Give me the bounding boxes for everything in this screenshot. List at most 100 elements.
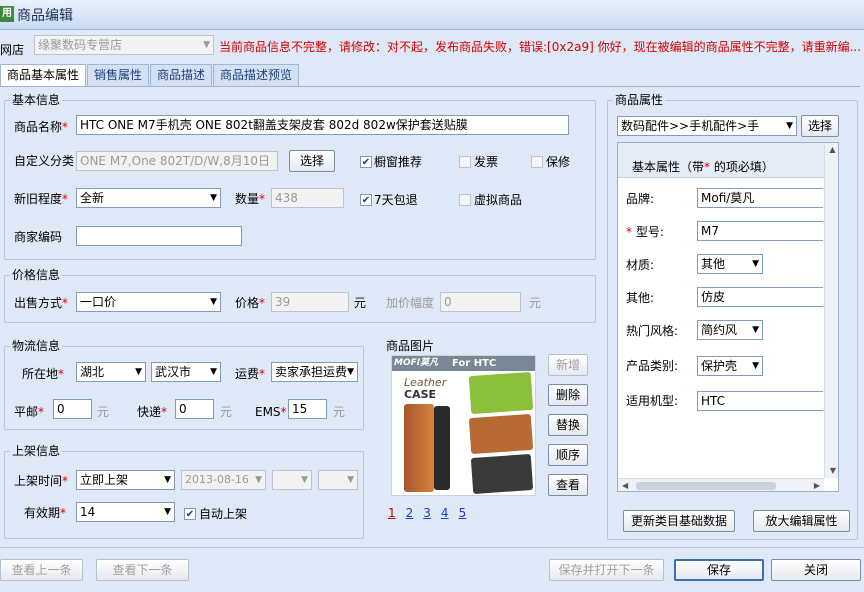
- validity-select[interactable]: 14 ▼: [76, 502, 175, 522]
- save-open-next-button[interactable]: 保存并打开下一条: [549, 559, 664, 581]
- sell-method-select[interactable]: 一口价 ▼: [76, 292, 221, 312]
- freight-value: 卖家承担运费: [275, 365, 348, 379]
- express-input[interactable]: 0: [175, 399, 214, 419]
- chevron-down-icon: ▼: [210, 193, 217, 203]
- product-type-select[interactable]: 保护壳 ▼: [697, 356, 763, 376]
- image-brand: MOFI莫凡: [394, 358, 439, 368]
- compatible-model-input[interactable]: HTC: [697, 391, 823, 411]
- province-select[interactable]: 湖北 ▼: [76, 362, 146, 382]
- property-vscrollbar[interactable]: ▲ ▼: [824, 143, 838, 478]
- prev-record-button[interactable]: 查看上一条: [0, 559, 83, 581]
- tab-sales[interactable]: 销售属性: [87, 64, 150, 86]
- close-button[interactable]: 关闭: [771, 559, 861, 581]
- shop-select-value: 缘聚数码专营店: [38, 38, 123, 52]
- return7-checkbox[interactable]: ✔: [360, 194, 372, 206]
- warranty-checkbox[interactable]: [531, 156, 543, 168]
- chevron-down-icon: ▼: [347, 475, 354, 485]
- price-input[interactable]: 39: [271, 292, 349, 312]
- ems-unit: 元: [333, 405, 346, 419]
- list-hour-select[interactable]: ▼: [272, 470, 312, 490]
- product-type-value: 保护壳: [701, 359, 738, 373]
- tab-description-preview[interactable]: 商品描述预览: [213, 64, 300, 86]
- return7-label: 7天包退: [374, 193, 418, 207]
- custom-category-input[interactable]: ONE M7,One 802T/D/W,8月10日: [76, 151, 278, 171]
- list-date-select[interactable]: 2013-08-16 ▼: [181, 470, 266, 490]
- scroll-down-icon[interactable]: ▼: [825, 464, 838, 478]
- invoice-label: 发票: [474, 155, 499, 169]
- replace-image-button[interactable]: 替换: [548, 414, 588, 436]
- post-unit: 元: [97, 405, 110, 419]
- recommend-checkbox[interactable]: ✔: [360, 156, 372, 168]
- increment-input[interactable]: 0: [440, 292, 521, 312]
- chevron-down-icon: ▼: [786, 121, 793, 131]
- property-category-value: 数码配件>>手机配件>手: [621, 119, 760, 133]
- scroll-left-icon[interactable]: ◀: [622, 479, 628, 491]
- sell-method-value: 一口价: [80, 295, 117, 309]
- list-time-select[interactable]: 立即上架 ▼: [76, 470, 175, 490]
- model-input[interactable]: M7: [697, 221, 823, 241]
- city-value: 武汉市: [155, 365, 192, 379]
- image-page-link[interactable]: 4: [441, 506, 449, 520]
- other-label: 其他:: [626, 291, 655, 305]
- style-value: 简约风: [701, 323, 738, 337]
- auto-list-checkbox[interactable]: ✔: [184, 508, 196, 520]
- next-record-button[interactable]: 查看下一条: [96, 559, 189, 581]
- location-label: 所在地*: [22, 367, 65, 381]
- image-page-link[interactable]: 2: [406, 506, 414, 520]
- model-label: * 型号:: [626, 225, 664, 239]
- shop-select[interactable]: 缘聚数码专营店 ▼: [34, 35, 214, 55]
- quantity-input[interactable]: 438: [271, 188, 344, 208]
- condition-select[interactable]: 全新 ▼: [76, 188, 221, 208]
- image-page-link[interactable]: 3: [423, 506, 431, 520]
- price-label: 价格*: [235, 296, 266, 310]
- scroll-thumb[interactable]: [636, 482, 776, 490]
- save-button[interactable]: 保存: [674, 559, 764, 581]
- style-select[interactable]: 简约风 ▼: [697, 320, 763, 340]
- property-select-button[interactable]: 选择: [801, 115, 839, 137]
- view-image-button[interactable]: 查看: [548, 474, 588, 496]
- style-label: 热门风格:: [626, 324, 679, 338]
- brand-input[interactable]: Mofi/莫凡: [697, 188, 823, 208]
- enlarge-properties-button[interactable]: 放大编辑属性: [753, 510, 850, 532]
- product-image[interactable]: MOFI莫凡 For HTC one(M7) Leather CASE: [391, 355, 536, 496]
- city-select[interactable]: 武汉市 ▼: [151, 362, 221, 382]
- add-image-button[interactable]: 新增: [548, 354, 588, 376]
- increment-label: 加价幅度: [386, 296, 435, 310]
- image-page-link[interactable]: 5: [459, 506, 467, 520]
- virtual-checkbox[interactable]: [459, 194, 471, 206]
- invoice-checkbox[interactable]: [459, 156, 471, 168]
- list-minute-select[interactable]: ▼: [318, 470, 358, 490]
- compatible-model-label: 适用机型:: [626, 394, 679, 408]
- property-category-select[interactable]: 数码配件>>手机配件>手 ▼: [617, 116, 797, 136]
- properties-title: 商品属性: [613, 93, 666, 107]
- scroll-up-icon[interactable]: ▲: [825, 143, 838, 157]
- condition-label: 新旧程度*: [14, 192, 69, 206]
- image-page-link[interactable]: 1: [388, 506, 396, 520]
- ems-input[interactable]: 15: [288, 399, 327, 419]
- freight-select[interactable]: 卖家承担运费 ▼: [271, 362, 358, 382]
- basic-info-title: 基本信息: [10, 93, 63, 107]
- chevron-down-icon: ▼: [255, 475, 262, 485]
- update-category-button[interactable]: 更新类目基础数据: [623, 510, 735, 532]
- brown-case-shape: [468, 413, 534, 455]
- order-image-button[interactable]: 顺序: [548, 444, 588, 466]
- increment-unit: 元: [529, 296, 542, 310]
- tab-description[interactable]: 商品描述: [150, 64, 213, 86]
- product-name-input[interactable]: HTC ONE M7手机壳 ONE 802t翻盖支架皮套 802d 802w保护…: [76, 115, 569, 135]
- property-hscrollbar[interactable]: ◀ ▶: [618, 478, 824, 491]
- chevron-down-icon: ▼: [210, 297, 217, 307]
- merchant-code-input[interactable]: [76, 226, 242, 246]
- brand-label: 品牌:: [626, 192, 655, 206]
- app-icon: 用: [0, 6, 14, 22]
- material-value: 其他: [701, 257, 726, 271]
- delete-image-button[interactable]: 删除: [548, 384, 588, 406]
- tab-basic[interactable]: 商品基本属性: [0, 64, 87, 87]
- list-time-label: 上架时间*: [14, 474, 69, 488]
- chevron-down-icon: ▼: [164, 507, 171, 517]
- scroll-right-icon[interactable]: ▶: [814, 479, 820, 491]
- category-select-button[interactable]: 选择: [289, 150, 335, 172]
- post-input[interactable]: 0: [53, 399, 92, 419]
- material-select[interactable]: 其他 ▼: [697, 254, 763, 274]
- other-input[interactable]: 仿皮: [697, 287, 823, 307]
- logistics-title: 物流信息: [10, 339, 63, 353]
